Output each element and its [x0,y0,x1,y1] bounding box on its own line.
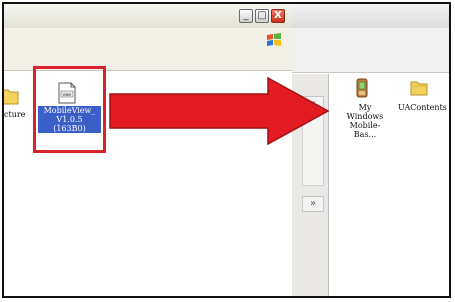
svg-text:exe: exe [63,93,71,98]
folder-icon[interactable] [4,84,26,106]
file-label: MobileView_ V1.0.5 (163B0) [38,106,101,133]
minimize-button[interactable]: _ [239,9,253,23]
folder-icon[interactable] [409,78,429,98]
toolbar [292,28,449,73]
explorer-window-left: _ □ X cture exe MobileView_ V1.0.5 (163B… [4,4,293,296]
maximize-button[interactable]: □ [255,9,269,23]
close-button[interactable]: X [271,9,285,23]
file-label-line: (163B0) [38,124,101,133]
file-label-line: MobileView_ [38,106,101,115]
folder-label: UAContents [398,103,447,112]
folder-label: cture [4,110,26,119]
toolbar [4,28,292,71]
file-label-line: V1.0.5 [38,115,101,124]
explorer-window-right: « » My Windows Mobile-Bas... UAContents [292,4,449,296]
exe-file-icon[interactable]: exe [56,82,78,104]
screenshot-frame: _ □ X cture exe MobileView_ V1.0.5 (163B… [2,2,451,298]
device-label: My Windows Mobile-Bas... [340,103,390,139]
title-bar: _ □ X [4,4,292,28]
device-label-line: My Windows [346,103,384,121]
title-bar [292,4,449,28]
device-label-line: Mobile-Bas... [349,121,381,139]
scroll-down-button[interactable]: » [302,196,324,212]
mobile-device-icon[interactable] [352,78,372,98]
drag-arrow-icon [109,76,330,146]
folder-label-line: UAContents [398,103,447,112]
windows-logo-icon [267,33,281,46]
